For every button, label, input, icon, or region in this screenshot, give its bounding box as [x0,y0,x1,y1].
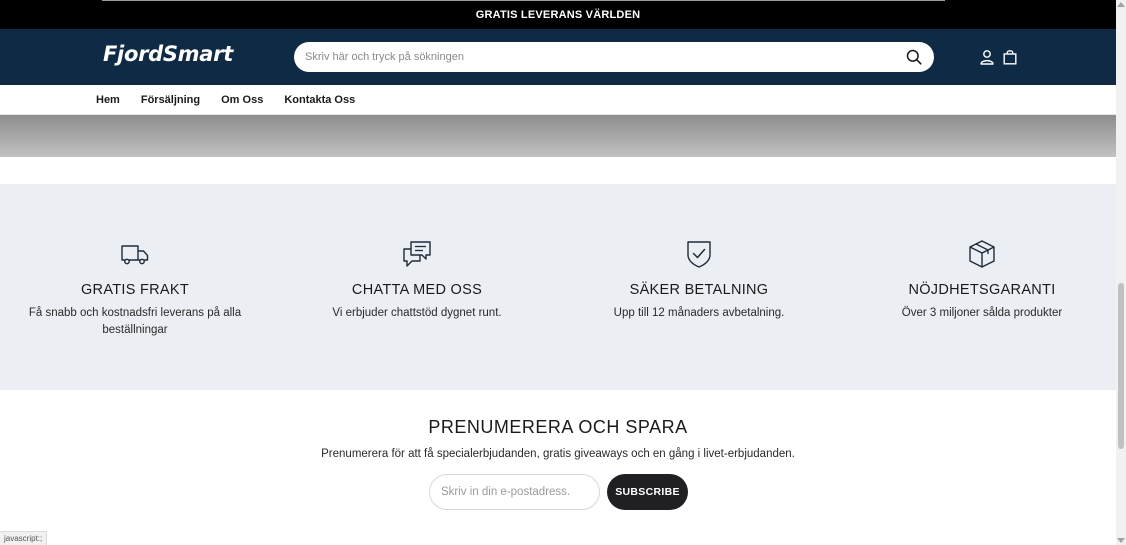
email-input[interactable] [429,474,600,510]
main-nav: Hem Försäljning Om Oss Kontakta Oss [0,85,1116,115]
search-icon[interactable] [906,49,922,65]
feature-text: Över 3 miljoner sålda produkter [901,307,1063,319]
feature-title: GRATIS FRAKT [80,282,190,298]
logo[interactable]: FjordSmart [103,42,233,66]
nav-item-kontakta-oss[interactable]: Kontakta Oss [284,94,355,106]
nav-item-forsaljning[interactable]: Försäljning [141,94,200,106]
page: GRATIS LEVERANS VÄRLDEN FjordSmart Hem F… [0,0,1116,545]
truck-icon [121,245,149,265]
status-bar-url: javascript:; [0,531,48,545]
cart-icon[interactable] [1002,49,1018,65]
feature-text: Upp till 12 månaders avbetalning. [613,307,785,319]
scrollbar-track[interactable] [1116,0,1126,545]
chat-icon [403,241,431,267]
nav-item-hem[interactable]: Hem [96,94,120,106]
subscribe-button[interactable]: SUBSCRIBE [607,474,688,510]
site-header: FjordSmart [0,29,1116,85]
scroll-up-arrow-icon[interactable] [1117,2,1125,7]
search-input[interactable] [305,51,885,63]
nav-item-om-oss[interactable]: Om Oss [221,94,263,106]
subscribe-text: Prenumerera för att få specialerbjudande… [321,448,795,460]
feature-title: NÖJDHETSGARANTI [908,282,1056,298]
scroll-down-arrow-icon[interactable] [1117,538,1125,543]
announcement-divider [102,0,945,1]
announcement-text: GRATIS LEVERANS VÄRLDEN [475,8,641,21]
search-bar [294,42,934,72]
hero-banner-bottom [0,115,1116,157]
scrollbar-thumb[interactable] [1118,283,1124,449]
announcement-bar: GRATIS LEVERANS VÄRLDEN [0,0,1116,29]
feature-text: Få snabb och kostnadsfri leverans på all… [28,307,242,336]
shield-check-icon [687,241,711,268]
feature-text: Vi erbjuder chattstöd dygnet runt. [332,307,502,319]
subscribe-title: PRENUMERERA OCH SPARA [428,417,688,437]
box-icon [969,240,995,268]
feature-title: CHATTA MED OSS [351,282,483,298]
feature-title: SÄKER BETALNING [629,282,769,298]
features-section: GRATIS FRAKT Få snabb och kostnadsfri le… [0,184,1116,390]
account-icon[interactable] [979,49,995,65]
